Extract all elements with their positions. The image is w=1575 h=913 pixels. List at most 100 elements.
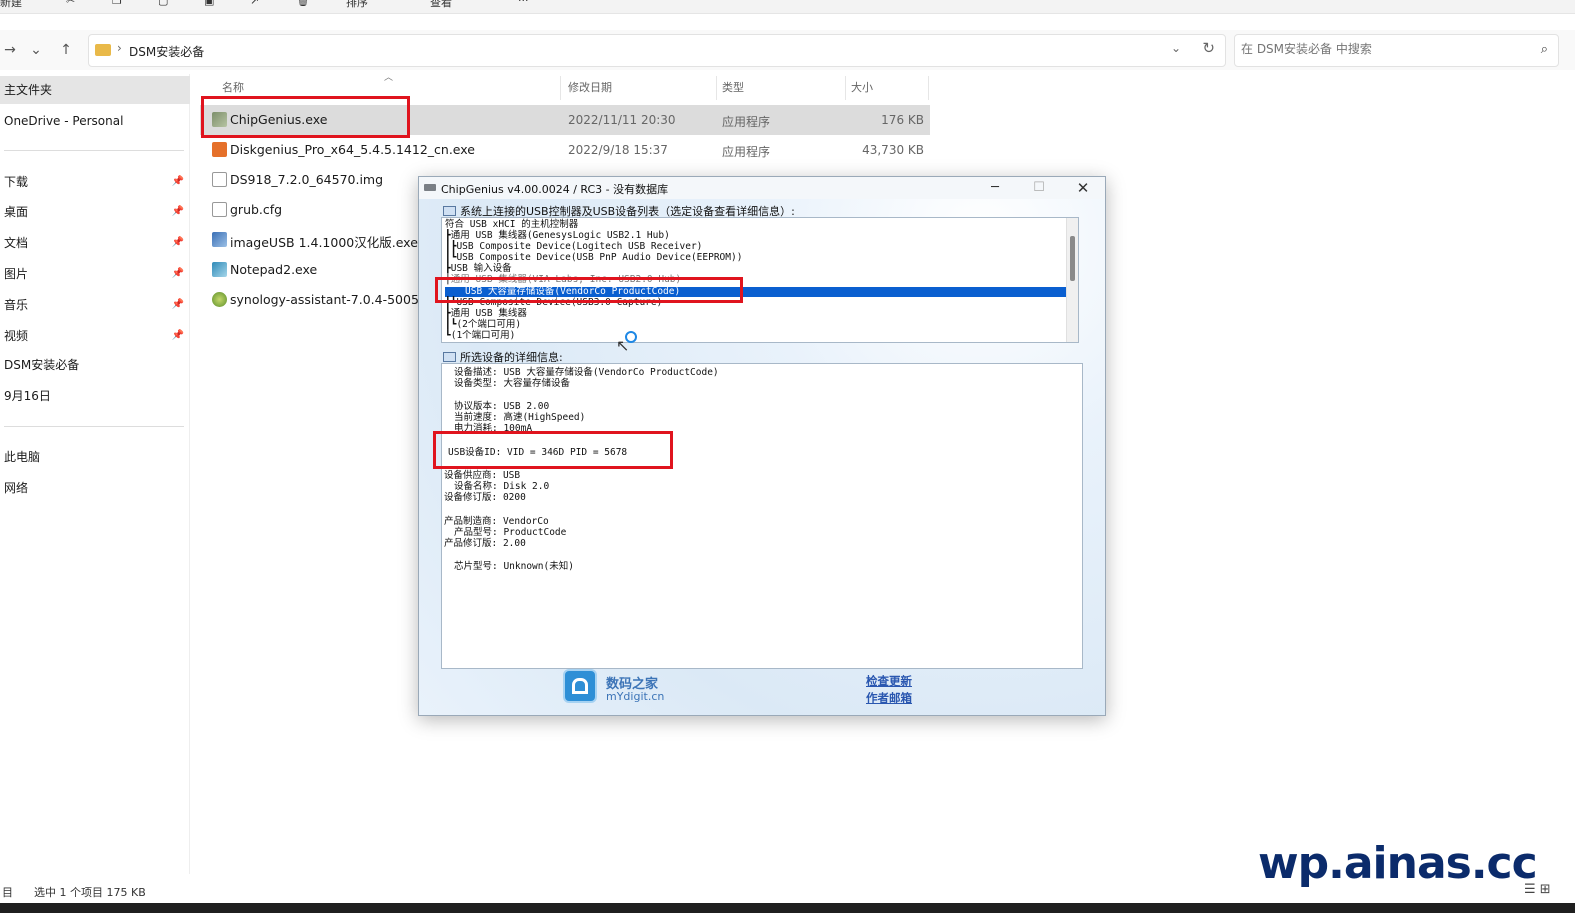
sidebar-item-sept16[interactable]: 9月16日: [0, 382, 190, 410]
file-type: 应用程序: [722, 145, 771, 159]
folder-icon: [95, 44, 111, 56]
file-type: 应用程序: [722, 115, 771, 129]
watermark: wp.ainas.cc: [1258, 838, 1538, 889]
tree-node[interactable]: ┃┗USB Composite Device(USB PnP Audio Dev…: [445, 252, 742, 263]
sort-button[interactable]: 排序: [346, 0, 368, 10]
mydigit-logo[interactable]: [563, 669, 597, 703]
sidebar-item-network[interactable]: 网络: [0, 474, 190, 502]
sidebar-item-pictures[interactable]: 图片 📌: [0, 260, 190, 288]
detail-panel[interactable]: 设备描述: USB 大容量存储设备(VendorCo ProductCode) …: [441, 363, 1083, 669]
pin-icon[interactable]: 📌: [172, 168, 184, 196]
title-bar[interactable]: ChipGenius v4.00.0024 / RC3 - 没有数据库 ─ ☐ …: [419, 177, 1105, 199]
usb-list-icon: [443, 206, 456, 216]
search-box[interactable]: ⌕: [1234, 34, 1559, 67]
navigation-pane: 主文件夹 OneDrive - Personal 下载 📌 桌面 📌 文档 📌 图片 📌…: [0, 74, 190, 874]
author-email-link[interactable]: 作者邮箱: [866, 690, 912, 706]
detail-line: 设备描述: USB 大容量存储设备(VendorCo ProductCode): [454, 367, 719, 378]
notepad-icon: [212, 262, 227, 277]
sidebar-item-dsm[interactable]: DSM安装必备: [0, 351, 190, 379]
sidebar-item-documents[interactable]: 文档 📌: [0, 229, 190, 257]
sort-ascending-icon: ︿: [384, 73, 394, 83]
up-icon[interactable]: ↑: [56, 40, 76, 60]
file-size: 43,730 KB: [862, 143, 924, 157]
file-icon: [212, 172, 227, 187]
detail-line: 设备类型: 大容量存储设备: [454, 378, 570, 389]
file-name: Diskgenius_Pro_x64_5.4.5.1412_cn.exe: [230, 142, 475, 157]
sidebar-item-home[interactable]: 主文件夹: [0, 76, 190, 104]
breadcrumb-path[interactable]: DSM安装必备: [129, 43, 204, 60]
pin-icon[interactable]: 📌: [172, 198, 184, 226]
recent-dropdown-icon[interactable]: ⌄: [26, 40, 46, 60]
divider: [4, 426, 184, 427]
sidebar-item-label: 视频: [4, 329, 29, 343]
paste-icon[interactable]: ▢: [158, 0, 168, 7]
detail-line: 芯片型号: Unknown(未知): [454, 561, 574, 572]
column-header-date[interactable]: 修改日期: [568, 74, 612, 102]
sidebar-item-label: 图片: [4, 267, 29, 281]
details-icon: [443, 352, 456, 362]
column-header-type[interactable]: 类型: [722, 74, 744, 102]
sidebar-item-onedrive[interactable]: OneDrive - Personal: [0, 107, 190, 135]
maximize-icon[interactable]: ☐: [1019, 178, 1059, 198]
breadcrumb[interactable]: › DSM安装必备 ⌄ ↻: [88, 34, 1226, 67]
divider[interactable]: [928, 76, 929, 100]
sidebar-item-label: OneDrive - Personal: [4, 114, 124, 128]
detail-line: 产品型号: ProductCode: [454, 527, 567, 538]
more-button[interactable]: ···: [518, 0, 529, 7]
usb-app-icon: [424, 184, 436, 191]
view-button[interactable]: 查看: [430, 0, 452, 10]
detail-line: 产品修订版: 2.00: [444, 538, 526, 549]
tree-node[interactable]: ┗(1个端口可用): [445, 330, 515, 341]
share-icon[interactable]: ↗: [250, 0, 259, 7]
sidebar-item-music[interactable]: 音乐 📌: [0, 291, 190, 319]
minimize-icon[interactable]: ─: [975, 178, 1015, 198]
copy-icon[interactable]: ❐: [112, 0, 122, 7]
column-header-size[interactable]: 大小: [851, 74, 873, 102]
tree-node[interactable]: ┣通用 USB 集线器(GenesysLogic USB2.1 Hub): [445, 230, 670, 241]
close-icon[interactable]: ✕: [1063, 178, 1103, 198]
sidebar-item-label: 文档: [4, 236, 29, 250]
tree-node[interactable]: ┃┗(2个端口可用): [445, 319, 521, 330]
item-count: 目: [2, 886, 13, 899]
imageusb-icon: [212, 232, 227, 247]
tree-node[interactable]: 符合 USB xHCI 的主机控制器: [445, 219, 578, 230]
search-icon[interactable]: ⌕: [1541, 42, 1548, 57]
chevron-right-icon: ›: [117, 41, 122, 55]
sidebar-item-desktop[interactable]: 桌面 📌: [0, 198, 190, 226]
scrollbar-thumb[interactable]: [1070, 236, 1075, 281]
divider[interactable]: [716, 76, 717, 100]
rename-icon[interactable]: ▣: [204, 0, 214, 7]
check-update-link[interactable]: 检查更新: [866, 673, 912, 689]
annotation-box: [433, 431, 673, 469]
pin-icon[interactable]: 📌: [172, 260, 184, 288]
pin-icon[interactable]: 📌: [172, 322, 184, 350]
tree-node[interactable]: ┣通用 USB 集线器: [445, 308, 527, 319]
sidebar-item-videos[interactable]: 视频 📌: [0, 322, 190, 350]
chevron-down-icon[interactable]: ⌄: [1171, 41, 1181, 55]
pin-icon[interactable]: 📌: [172, 291, 184, 319]
annotation-box: [435, 277, 743, 303]
file-date: 2022/9/18 15:37: [568, 143, 668, 157]
tree-node[interactable]: ┣USB 输入设备: [445, 263, 512, 274]
refresh-icon[interactable]: ↻: [1202, 39, 1215, 57]
pin-icon[interactable]: 📌: [172, 229, 184, 257]
detail-line: 设备名称: Disk 2.0: [454, 481, 550, 492]
forward-icon[interactable]: →: [0, 40, 20, 60]
divider[interactable]: [560, 76, 561, 100]
tree-node[interactable]: ┃┣USB Composite Device(Logitech USB Rece…: [445, 241, 702, 252]
tree-scrollbar[interactable]: [1066, 218, 1078, 342]
file-icon: [212, 202, 227, 217]
search-input[interactable]: [1241, 42, 1521, 56]
file-row[interactable]: Diskgenius_Pro_x64_5.4.5.1412_cn.exe 202…: [200, 135, 930, 165]
sidebar-item-downloads[interactable]: 下载 📌: [0, 168, 190, 196]
file-name: synology-assistant-7.0.4-50051.ex: [230, 292, 446, 307]
sidebar-item-this-pc[interactable]: 此电脑: [0, 443, 190, 471]
mouse-cursor-icon: ↖: [616, 336, 630, 355]
brand-url[interactable]: mYdigit.cn: [606, 690, 664, 703]
divider[interactable]: [845, 76, 846, 100]
delete-icon[interactable]: 🗑: [296, 0, 310, 7]
sidebar-item-label: 主文件夹: [4, 83, 53, 97]
new-button[interactable]: 新建: [0, 0, 22, 10]
detail-line: 设备供应商: USB: [444, 470, 521, 481]
cut-icon[interactable]: ✂: [66, 0, 75, 7]
